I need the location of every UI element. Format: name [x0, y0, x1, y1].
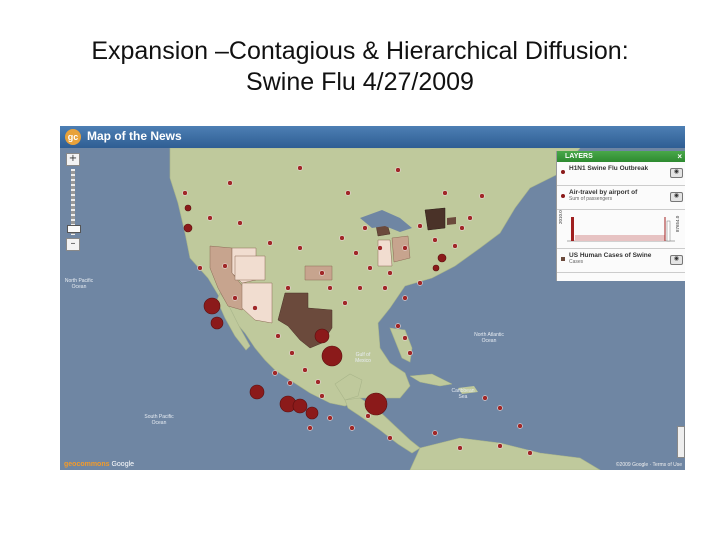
label-north-pacific: North Pacific Ocean: [64, 278, 94, 290]
marker-mexico-west: [249, 384, 265, 400]
label-north-atlantic: North Atlantic Ocean: [474, 332, 504, 344]
state-new-york: [424, 207, 446, 231]
label-south-pacific: South Pacific Ocean: [144, 414, 174, 426]
visibility-eye-icon[interactable]: ◉: [670, 192, 683, 202]
layer-sub: Sum of passengers: [569, 196, 613, 202]
land-florida: [389, 327, 413, 363]
zoom-out-button[interactable]: –: [66, 238, 80, 251]
histogram-max-label: 87654.0: [675, 215, 680, 232]
layer-item-swine-flu[interactable]: H1N1 Swine Flu Outbreak ◉: [557, 162, 685, 186]
title-line-1: Expansion –Contagious & Hierarchical Dif…: [91, 37, 629, 65]
state-indiana: [377, 239, 393, 267]
marker-new-york: [437, 253, 447, 263]
geocommons-logo-icon: gc: [65, 129, 81, 145]
zoom-control[interactable]: + –: [66, 153, 81, 251]
layers-panel: LAYERS × H1N1 Swine Flu Outbreak ◉ Air-t…: [556, 151, 685, 281]
panel-toggle-tab[interactable]: [677, 426, 685, 458]
marker-mexico-east: [305, 406, 319, 420]
layers-header: LAYERS ×: [557, 151, 685, 162]
marker-california: [203, 297, 221, 315]
marker-swatch-icon: [561, 170, 565, 174]
map-widget[interactable]: gc Map of the News North Pacific Ocean N…: [60, 126, 685, 470]
title-line-2: Swine Flu 4/27/2009: [246, 68, 474, 96]
zoom-slider-handle[interactable]: [67, 225, 81, 233]
air-travel-histogram: 2010.0 87654.0: [557, 210, 685, 249]
visibility-eye-icon[interactable]: ◉: [670, 168, 683, 178]
marker-west-coast: [183, 223, 193, 233]
marker-california-south: [210, 316, 224, 330]
marker-texas: [321, 345, 343, 367]
land-cuba: [409, 373, 453, 387]
marker-swatch-icon: [561, 257, 565, 261]
marker-yucatan: [364, 392, 388, 416]
layer-name: Air-travel by airport of: [569, 189, 638, 196]
close-icon[interactable]: ×: [677, 151, 682, 162]
marker-mexico-city-2: [292, 398, 308, 414]
layer-name: US Human Cases of Swine: [569, 252, 652, 259]
label-caribbean: Caribbean Sea: [451, 388, 475, 400]
layer-sub: Cases: [569, 259, 584, 265]
marker-texas-2: [314, 328, 330, 344]
zoom-slider[interactable]: [67, 169, 81, 235]
histogram-min-label: 2010.0: [558, 210, 563, 224]
layers-title: LAYERS: [565, 153, 593, 160]
layer-name: H1N1 Swine Flu Outbreak: [569, 165, 649, 172]
slide-title: Expansion –Contagious & Hierarchical Dif…: [0, 36, 720, 98]
label-gulf-of-mexico: Gulf of Mexico: [355, 352, 371, 364]
layer-item-us-cases[interactable]: US Human Cases of Swine Cases ◉: [557, 249, 685, 273]
marker-new-york-2: [432, 264, 440, 272]
layer-item-air-travel[interactable]: Air-travel by airport of Sum of passenge…: [557, 186, 685, 210]
map-title: Map of the News: [87, 129, 182, 143]
zoom-in-button[interactable]: +: [66, 153, 80, 166]
state-massachusetts: [447, 217, 456, 225]
state-kansas: [304, 265, 333, 281]
state-colorado: [234, 255, 266, 281]
map-footer-brand: geocommons Google: [64, 461, 134, 468]
visibility-eye-icon[interactable]: ◉: [670, 255, 683, 265]
histogram-chart: [567, 217, 675, 242]
map-copyright[interactable]: ©2009 Google · Terms of Use: [616, 462, 682, 468]
map-header: gc Map of the News: [60, 126, 685, 148]
land-south-america: [409, 437, 601, 470]
marker-pacific: [184, 204, 192, 212]
google-brand: Google: [111, 461, 135, 468]
geocommons-brand: geocommons: [64, 461, 110, 468]
marker-swatch-icon: [561, 194, 565, 198]
